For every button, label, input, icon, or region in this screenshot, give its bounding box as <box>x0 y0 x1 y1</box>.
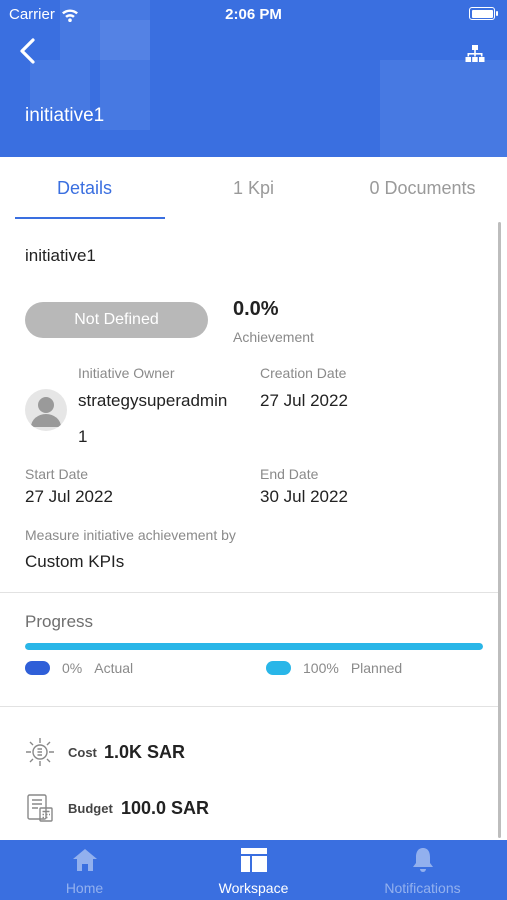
back-arrow-icon[interactable] <box>14 36 44 66</box>
nav-notifications-label: Notifications <box>384 880 461 896</box>
budget-icon <box>27 794 53 822</box>
divider <box>0 592 498 593</box>
divider <box>0 706 498 707</box>
bell-icon <box>412 848 433 872</box>
legend-planned: 100% Planned <box>266 660 402 676</box>
nav-notifications[interactable]: Notifications <box>338 840 507 900</box>
achievement-label: Achievement <box>233 329 314 345</box>
home-icon <box>72 849 97 871</box>
progress-bar <box>25 643 483 650</box>
header-decoration <box>30 60 90 110</box>
cost-value: 1.0K SAR <box>104 742 186 762</box>
creation-date-label: Creation Date <box>260 365 347 381</box>
actual-legend-swatch <box>25 661 50 675</box>
header-decoration <box>100 20 150 130</box>
nav-home[interactable]: Home <box>0 840 169 900</box>
nav-home-label: Home <box>65 880 104 896</box>
tab-bar: Details 1 Kpi 0 Documents <box>0 157 507 219</box>
page-title: initiative1 <box>25 105 105 126</box>
measure-value: Custom KPIs <box>25 552 125 571</box>
planned-label: Planned <box>350 660 403 676</box>
hierarchy-icon[interactable] <box>465 44 485 64</box>
owner-label: Initiative Owner <box>78 365 175 381</box>
status-bar: Carrier 2:06 PM <box>0 0 507 30</box>
tab-kpi[interactable]: 1 Kpi <box>169 157 338 219</box>
avatar <box>25 389 67 431</box>
actual-percent: 0% <box>62 660 83 676</box>
planned-legend-swatch <box>266 661 291 675</box>
user-icon <box>31 397 61 427</box>
start-date-value: 27 Jul 2022 <box>25 487 113 506</box>
budget-label: Budget <box>68 801 113 816</box>
initiative-name: initiative1 <box>25 246 96 265</box>
owner-name-continued: 1 <box>78 427 88 446</box>
planned-percent: 100% <box>303 660 339 676</box>
end-date-value: 30 Jul 2022 <box>260 487 348 506</box>
nav-workspace-label: Workspace <box>218 880 289 896</box>
scrollbar[interactable] <box>498 222 501 838</box>
actual-label: Actual <box>94 660 134 676</box>
tab-details[interactable]: Details <box>0 157 169 219</box>
tab-documents[interactable]: 0 Documents <box>338 157 507 219</box>
status-time: 2:06 PM <box>225 6 282 23</box>
achievement-value: 0.0% <box>233 298 279 320</box>
measure-label: Measure initiative achievement by <box>25 527 236 543</box>
budget-value: 100.0 SAR <box>121 798 210 818</box>
bottom-nav: Home Workspace Notifications <box>0 840 507 900</box>
cost-icon <box>26 738 54 766</box>
owner-name: strategysuperadmin <box>78 391 228 410</box>
status-badge: Not Defined <box>25 302 208 338</box>
progress-title: Progress <box>25 612 94 631</box>
cost-label: Cost <box>68 745 97 760</box>
header: Carrier 2:06 PM initiative1 <box>0 0 507 157</box>
battery-icon <box>469 7 498 20</box>
workspace-icon <box>240 848 267 872</box>
progress-planned-fill <box>25 643 483 650</box>
legend-actual: 0% Actual <box>25 660 133 676</box>
end-date-label: End Date <box>260 466 319 482</box>
start-date-label: Start Date <box>25 466 89 482</box>
nav-workspace[interactable]: Workspace <box>169 840 338 900</box>
header-decoration <box>380 60 507 157</box>
creation-date-value: 27 Jul 2022 <box>260 391 348 410</box>
